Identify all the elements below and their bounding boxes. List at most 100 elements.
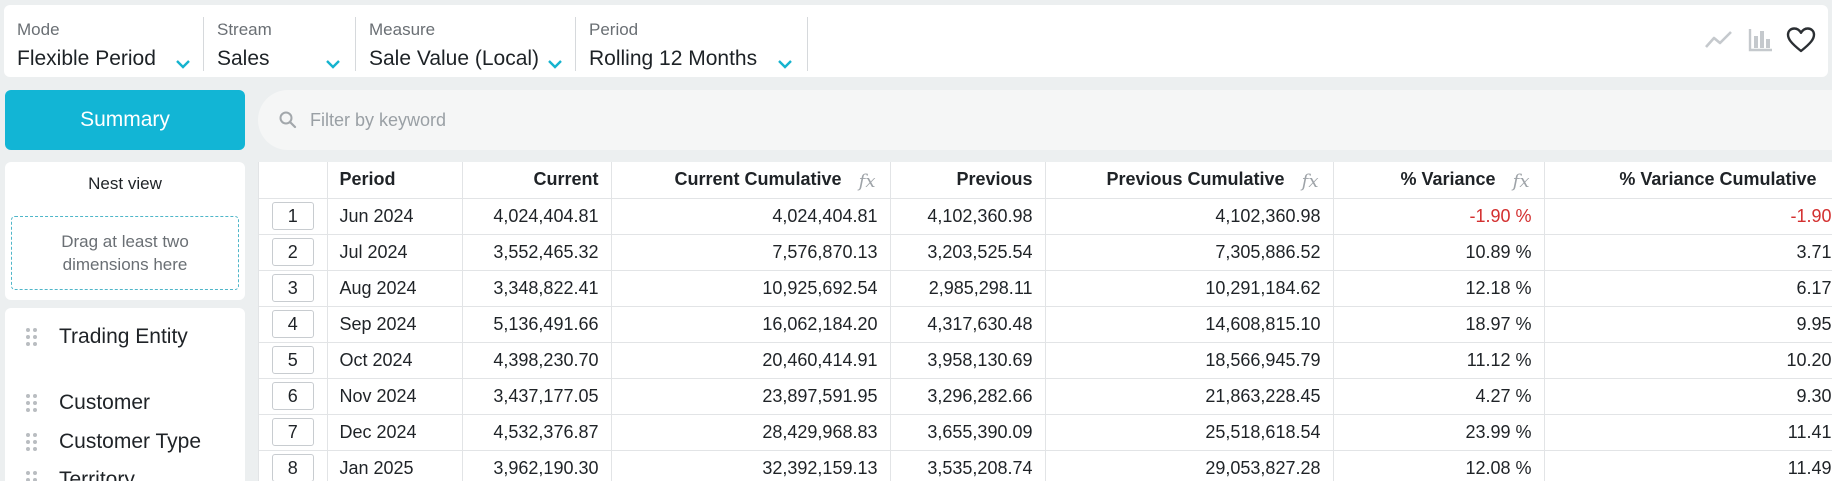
- cell-variance-cumulative: 3.71 %: [1544, 234, 1832, 271]
- row-index-badge[interactable]: 5: [271, 346, 314, 374]
- cell-variance: 4.27 %: [1333, 378, 1545, 415]
- period-value: Rolling 12 Months: [589, 47, 758, 70]
- cell-row-index: 1: [259, 198, 328, 235]
- mode-value: Flexible Period: [17, 47, 156, 70]
- summary-button[interactable]: Summary: [5, 90, 245, 150]
- cell-current: 4,024,404.81: [462, 198, 612, 235]
- cell-variance: 18.97 %: [1333, 306, 1545, 343]
- chevron-down-icon: [176, 60, 190, 69]
- cell-period: Jun 2024: [327, 198, 463, 235]
- dimension-customer-type[interactable]: Customer Type: [25, 427, 201, 457]
- cell-previous: 4,102,360.98: [890, 198, 1046, 235]
- table-row[interactable]: 1 Jun 2024 4,024,404.81 4,024,404.81 4,102,3…: [259, 198, 1832, 235]
- cell-current: 3,552,465.32: [462, 234, 612, 271]
- period-label: Period: [589, 20, 639, 39]
- cell-row-index: 8: [259, 450, 328, 481]
- chevron-down-icon: [326, 60, 340, 69]
- cell-variance-cumulative: 6.17 %: [1544, 270, 1832, 307]
- cell-previous: 2,985,298.11: [890, 270, 1046, 307]
- measure-dropdown[interactable]: Measure Sale Value (Local): [356, 17, 576, 71]
- cell-current-cumulative: 23,897,591.95: [611, 378, 891, 415]
- table-header-row: Period Current Current Cumulative fx Prev…: [259, 162, 1832, 199]
- nest-view-title: Nest view: [88, 174, 162, 193]
- chevron-down-icon: [778, 60, 792, 69]
- line-chart-icon[interactable]: [1704, 27, 1734, 53]
- table-row[interactable]: 7 Dec 2024 4,532,376.87 28,429,968.83 3,655,…: [259, 414, 1832, 451]
- cell-current-cumulative: 28,429,968.83: [611, 414, 891, 451]
- measure-label: Measure: [369, 20, 436, 39]
- column-header-current[interactable]: Current: [462, 162, 612, 199]
- column-header-label: % Variance Cumulative: [1619, 169, 1817, 190]
- table-row[interactable]: 8 Jan 2025 3,962,190.30 32,392,159.13 3,535,…: [259, 450, 1832, 481]
- cell-current: 3,437,177.05: [462, 378, 612, 415]
- dimension-territory[interactable]: Territory: [25, 465, 135, 481]
- keyword-filter: [258, 90, 1832, 150]
- cell-row-index: 7: [259, 414, 328, 451]
- dimension-customer[interactable]: Customer: [25, 388, 150, 418]
- drag-handle-icon[interactable]: [25, 327, 39, 347]
- data-table: Period Current Current Cumulative fx Prev…: [259, 162, 1832, 481]
- cell-period: Aug 2024: [327, 270, 463, 307]
- drag-handle-icon[interactable]: [25, 432, 39, 452]
- cell-row-index: 6: [259, 378, 328, 415]
- cell-current: 4,532,376.87: [462, 414, 612, 451]
- cell-current-cumulative: 10,925,692.54: [611, 270, 891, 307]
- dimension-trading-entity[interactable]: Trading Entity: [25, 322, 188, 352]
- column-header-previous[interactable]: Previous: [890, 162, 1046, 199]
- cell-previous: 3,655,390.09: [890, 414, 1046, 451]
- mode-dropdown[interactable]: Mode Flexible Period: [4, 17, 204, 71]
- cell-current-cumulative: 20,460,414.91: [611, 342, 891, 379]
- cell-variance-cumulative: 11.49 %: [1544, 450, 1832, 481]
- cell-previous-cumulative: 21,863,228.45: [1045, 378, 1334, 415]
- heart-icon[interactable]: [1786, 26, 1816, 54]
- table-row[interactable]: 5 Oct 2024 4,398,230.70 20,460,414.91 3,958,…: [259, 342, 1832, 379]
- drag-handle-icon[interactable]: [25, 470, 39, 481]
- bar-chart-icon[interactable]: [1748, 27, 1774, 53]
- table-row[interactable]: 3 Aug 2024 3,348,822.41 10,925,692.54 2,985,…: [259, 270, 1832, 307]
- cell-row-index: 2: [259, 234, 328, 271]
- row-index-badge[interactable]: 3: [271, 274, 314, 302]
- table-row[interactable]: 6 Nov 2024 3,437,177.05 23,897,591.95 3,296,…: [259, 378, 1832, 415]
- table-body: 1 Jun 2024 4,024,404.81 4,024,404.81 4,102,3…: [259, 198, 1832, 481]
- nest-drop-zone[interactable]: Drag at least two dimensions here: [11, 216, 239, 290]
- table-row[interactable]: 4 Sep 2024 5,136,491.66 16,062,184.20 4,317,…: [259, 306, 1832, 343]
- cell-current-cumulative: 7,576,870.13: [611, 234, 891, 271]
- cell-previous: 3,535,208.74: [890, 450, 1046, 481]
- cell-row-index: 3: [259, 270, 328, 307]
- column-header-variance-cumulative[interactable]: % Variance Cumulativefx: [1544, 162, 1832, 199]
- cell-variance: 10.89 %: [1333, 234, 1545, 271]
- period-dropdown[interactable]: Period Rolling 12 Months: [576, 17, 808, 71]
- cell-period: Jul 2024: [327, 234, 463, 271]
- row-index-badge[interactable]: 7: [271, 418, 314, 446]
- cell-previous-cumulative: 25,518,618.54: [1045, 414, 1334, 451]
- cell-current: 5,136,491.66: [462, 306, 612, 343]
- stream-dropdown[interactable]: Stream Sales: [204, 17, 356, 71]
- nest-view-panel: Nest view Drag at least two dimensions h…: [5, 162, 245, 300]
- search-input[interactable]: [310, 104, 910, 136]
- column-header-previous-cumulative[interactable]: Previous Cumulative fx: [1045, 162, 1334, 199]
- cell-period: Oct 2024: [327, 342, 463, 379]
- row-index-badge[interactable]: 1: [271, 202, 314, 230]
- cell-current-cumulative: 32,392,159.13: [611, 450, 891, 481]
- row-index-badge[interactable]: 2: [271, 238, 314, 266]
- column-header-variance[interactable]: % Variance fx: [1333, 162, 1545, 199]
- formula-icon[interactable]: fx: [1513, 171, 1530, 192]
- measure-value: Sale Value (Local): [369, 47, 540, 70]
- column-header-label: % Variance: [1400, 169, 1496, 190]
- column-header-current-cumulative[interactable]: Current Cumulative fx: [611, 162, 891, 199]
- dimension-label: Trading Entity: [59, 325, 188, 348]
- cell-variance: 12.18 %: [1333, 270, 1545, 307]
- row-index-badge[interactable]: 8: [271, 454, 314, 481]
- row-index-badge[interactable]: 6: [271, 382, 314, 410]
- formula-icon[interactable]: fx: [859, 171, 876, 192]
- dimension-label: Customer Type: [59, 430, 202, 453]
- formula-icon[interactable]: fx: [1302, 171, 1319, 192]
- stream-value: Sales: [217, 47, 270, 70]
- cell-current: 4,398,230.70: [462, 342, 612, 379]
- drag-handle-icon[interactable]: [25, 393, 39, 413]
- row-index-badge[interactable]: 4: [271, 310, 314, 338]
- cell-period: Dec 2024: [327, 414, 463, 451]
- column-header-period[interactable]: Period: [327, 162, 463, 199]
- filter-bar: Mode Flexible Period Stream Sales Measur…: [4, 5, 1828, 77]
- table-row[interactable]: 2 Jul 2024 3,552,465.32 7,576,870.13 3,203,5…: [259, 234, 1832, 271]
